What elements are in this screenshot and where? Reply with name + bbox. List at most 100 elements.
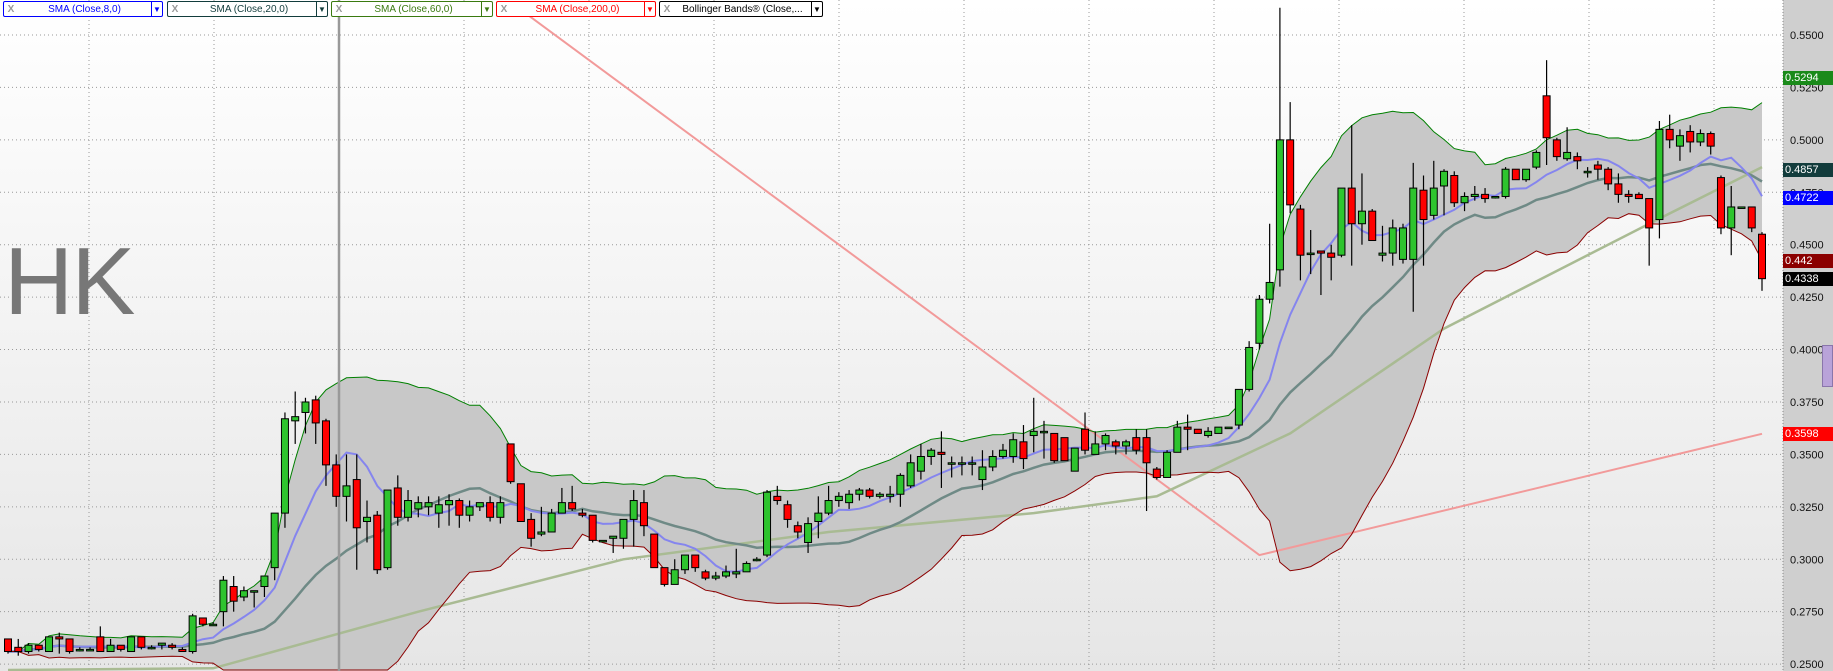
- candle[interactable]: [1511, 168, 1520, 181]
- indicator-legend-4[interactable]: X Bollinger Bands® (Close,... ▼: [659, 1, 823, 17]
- candle-body: [209, 623, 218, 627]
- candle[interactable]: [280, 412, 289, 528]
- indicator-legend-0[interactable]: X SMA (Close,8,0) ▼: [3, 1, 163, 17]
- candle-body: [957, 462, 966, 465]
- candle[interactable]: [1245, 341, 1254, 392]
- candle[interactable]: [1224, 426, 1233, 430]
- candle[interactable]: [1491, 195, 1500, 199]
- symbol-watermark: HK: [4, 228, 135, 335]
- candle-body: [804, 523, 813, 543]
- remove-indicator-icon[interactable]: X: [660, 4, 674, 15]
- remove-indicator-icon[interactable]: X: [332, 4, 346, 15]
- candle[interactable]: [1747, 206, 1756, 233]
- candle-body: [1645, 198, 1654, 229]
- candle[interactable]: [1398, 223, 1407, 264]
- candle-body: [1563, 151, 1572, 160]
- candle[interactable]: [588, 514, 597, 543]
- candle[interactable]: [1214, 426, 1223, 434]
- candle[interactable]: [65, 638, 74, 654]
- candle-body: [1224, 426, 1233, 430]
- candle[interactable]: [1152, 466, 1161, 480]
- candle[interactable]: [137, 636, 146, 650]
- candle-body: [1296, 208, 1305, 256]
- candle[interactable]: [1070, 447, 1079, 472]
- candle-body: [639, 502, 648, 527]
- candle-body: [598, 539, 607, 543]
- remove-indicator-icon[interactable]: X: [168, 4, 182, 15]
- candle-body: [55, 636, 64, 640]
- candle-body: [1183, 426, 1192, 430]
- candle[interactable]: [1501, 167, 1510, 199]
- chevron-down-icon[interactable]: ▼: [151, 2, 162, 16]
- candle-body: [465, 506, 474, 516]
- candle-body: [670, 569, 679, 585]
- candle[interactable]: [383, 489, 392, 570]
- candle-body: [1583, 170, 1592, 174]
- indicator-legend-1[interactable]: X SMA (Close,20,0) ▼: [167, 1, 328, 17]
- candle-body: [506, 443, 515, 483]
- price-axis-background[interactable]: [1783, 0, 1833, 671]
- candle-body: [1511, 168, 1520, 181]
- candle[interactable]: [1450, 171, 1459, 207]
- chevron-down-icon[interactable]: ▼: [316, 2, 327, 16]
- candle[interactable]: [1368, 209, 1377, 242]
- candle[interactable]: [1193, 428, 1202, 434]
- candle[interactable]: [660, 567, 669, 587]
- chevron-down-icon[interactable]: ▼: [811, 2, 822, 16]
- candle-body: [527, 518, 536, 539]
- indicator-label[interactable]: Bollinger Bands® (Close,...: [674, 4, 811, 15]
- candle-body: [711, 575, 720, 579]
- candle-body: [1306, 252, 1315, 256]
- remove-indicator-icon[interactable]: X: [497, 4, 511, 15]
- candle[interactable]: [650, 533, 659, 569]
- candle[interactable]: [763, 490, 772, 558]
- candle-body: [1460, 195, 1469, 204]
- candle-body: [393, 487, 402, 518]
- candle[interactable]: [1337, 187, 1346, 258]
- indicator-label[interactable]: SMA (Close,200,0): [511, 4, 644, 15]
- candle-body: [1286, 139, 1295, 206]
- indicator-label[interactable]: SMA (Close,60,0): [346, 4, 481, 15]
- candle-body: [947, 462, 956, 465]
- candle-body: [260, 575, 269, 588]
- y-tick-label: 0.3000: [1790, 554, 1824, 566]
- candle[interactable]: [506, 443, 515, 484]
- candle-body: [1173, 426, 1182, 453]
- chevron-down-icon[interactable]: ▼: [644, 2, 655, 16]
- candle[interactable]: [1737, 206, 1746, 209]
- candle-body: [1122, 441, 1131, 447]
- price-chart[interactable]: 0.55000.52500.50000.47500.45000.42500.40…: [0, 0, 1833, 671]
- price-scale-scroller[interactable]: [1822, 345, 1833, 387]
- remove-indicator-icon[interactable]: X: [4, 4, 18, 15]
- candle[interactable]: [127, 636, 136, 653]
- candle[interactable]: [1716, 175, 1725, 235]
- candle[interactable]: [1532, 150, 1541, 170]
- indicator-legend-3[interactable]: X SMA (Close,200,0) ▼: [496, 1, 656, 17]
- candle-body: [1060, 437, 1069, 462]
- candle[interactable]: [1234, 388, 1243, 430]
- indicator-legend-2[interactable]: X SMA (Close,60,0) ▼: [331, 1, 493, 17]
- candle[interactable]: [188, 613, 197, 654]
- candle-body: [1070, 447, 1079, 472]
- candle[interactable]: [373, 511, 382, 574]
- indicator-label[interactable]: SMA (Close,20,0): [182, 4, 316, 15]
- candle-body: [814, 512, 823, 523]
- chevron-down-icon[interactable]: ▼: [481, 2, 492, 16]
- candle[interactable]: [1522, 168, 1531, 182]
- candle[interactable]: [1163, 450, 1172, 478]
- indicator-label[interactable]: SMA (Close,8,0): [18, 4, 151, 15]
- candle[interactable]: [1060, 437, 1069, 462]
- candle-body: [127, 636, 136, 653]
- candle[interactable]: [45, 636, 54, 653]
- candle-body: [1573, 156, 1582, 162]
- candle[interactable]: [598, 539, 607, 543]
- candle-body: [414, 502, 423, 510]
- candle-body: [1696, 133, 1705, 143]
- candle-body: [773, 495, 782, 502]
- candle-body: [793, 525, 802, 533]
- candle[interactable]: [516, 483, 525, 523]
- candle[interactable]: [4, 638, 12, 654]
- y-tick-label: 0.3500: [1790, 449, 1824, 461]
- candle[interactable]: [1050, 432, 1059, 463]
- candle[interactable]: [1255, 295, 1264, 350]
